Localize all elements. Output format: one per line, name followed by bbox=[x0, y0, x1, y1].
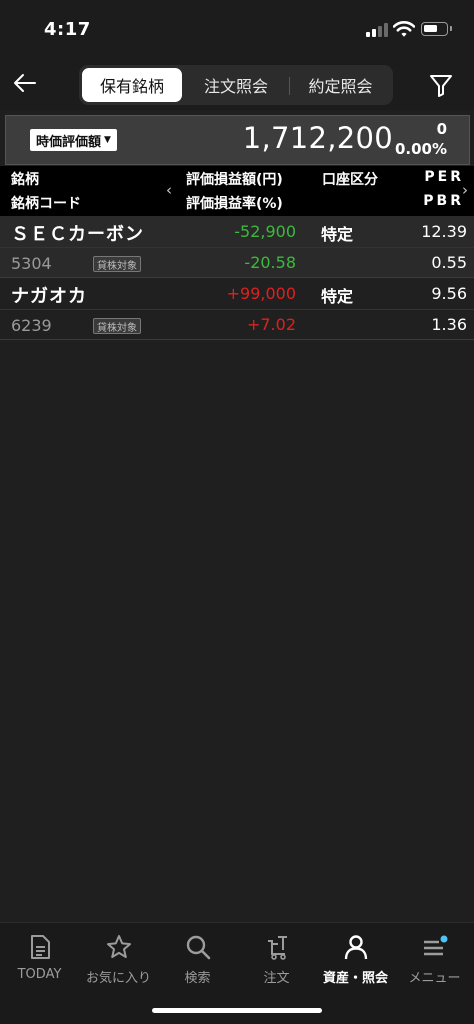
stock-code: 6239 bbox=[11, 316, 52, 335]
home-indicator bbox=[152, 1008, 322, 1013]
header-per: PER bbox=[424, 169, 464, 185]
valuation-type-dropdown[interactable]: 時価評価額 ▼ bbox=[30, 129, 117, 151]
tab-favorites[interactable]: お気に入り bbox=[79, 931, 158, 987]
table-header: 銘柄 銘柄コード ‹ 評価損益額(円) 評価損益率(%) 口座区分 PER PB… bbox=[0, 166, 474, 216]
pl-rate: +7.02 bbox=[246, 315, 296, 334]
header-pbr: PBR bbox=[423, 193, 464, 209]
table-row[interactable]: ナガオカ 6239 貸株対象 +99,000 +7.02 特定 9.56 1.3… bbox=[0, 278, 474, 340]
dropdown-caret-icon: ▼ bbox=[104, 135, 111, 145]
header-pl-amount: 評価損益額(円) bbox=[186, 172, 283, 188]
tab-order[interactable]: 注文 bbox=[237, 931, 316, 987]
valuation-type-label: 時価評価額 bbox=[36, 134, 102, 150]
tab-assets[interactable]: 資産・照会 bbox=[316, 931, 395, 987]
header-pl-rate: 評価損益率(%) bbox=[186, 196, 283, 212]
tab-holdings[interactable]: 保有銘柄 bbox=[82, 68, 182, 102]
total-change: 0 bbox=[436, 120, 447, 138]
cellular-signal-icon bbox=[366, 23, 388, 37]
tab-label: メニュー bbox=[408, 971, 461, 986]
tab-label: お気に入り bbox=[85, 971, 151, 986]
pl-amount: -52,900 bbox=[234, 222, 296, 241]
filter-icon bbox=[430, 75, 452, 97]
arrow-left-icon bbox=[14, 74, 36, 92]
header-account: 口座区分 bbox=[322, 172, 378, 188]
tab-label: 注文 bbox=[263, 971, 290, 986]
status-time: 4:17 bbox=[44, 19, 91, 40]
pl-amount: +99,000 bbox=[226, 284, 296, 303]
tab-divider bbox=[289, 77, 290, 95]
tab-execution-inquiry[interactable]: 約定照会 bbox=[291, 68, 390, 102]
cart-icon bbox=[267, 936, 287, 960]
filter-button[interactable] bbox=[426, 70, 456, 100]
table-row[interactable]: ＳＥＣカーボン 5304 貸株対象 -52,900 -20.58 特定 12.3… bbox=[0, 216, 474, 278]
menu-icon bbox=[423, 935, 447, 956]
header-code: 銘柄コード bbox=[11, 196, 81, 212]
lending-eligible-badge: 貸株対象 bbox=[93, 318, 141, 334]
total-market-value: 1,712,200 bbox=[242, 121, 393, 155]
pbr-value: 0.55 bbox=[431, 253, 467, 272]
tab-today[interactable]: TODAY bbox=[0, 931, 79, 987]
tab-search[interactable]: 検索 bbox=[158, 931, 237, 987]
battery-icon bbox=[421, 22, 452, 36]
scroll-left-icon[interactable]: ‹ bbox=[166, 181, 172, 199]
total-change-percent: 0.00% bbox=[394, 140, 447, 158]
person-icon bbox=[344, 935, 367, 960]
document-icon bbox=[30, 935, 50, 959]
scroll-right-icon[interactable]: › bbox=[462, 181, 468, 199]
tab-label: TODAY bbox=[17, 967, 62, 982]
status-bar: 4:17 bbox=[0, 0, 474, 60]
account-type: 特定 bbox=[321, 225, 354, 244]
stock-name: ナガオカ bbox=[11, 286, 87, 307]
per-value: 9.56 bbox=[431, 284, 467, 303]
segmented-control: 保有銘柄 注文照会 約定照会 bbox=[79, 65, 393, 105]
lending-eligible-badge: 貸株対象 bbox=[93, 256, 141, 272]
nav-bar: 保有銘柄 注文照会 約定照会 bbox=[0, 60, 474, 110]
tab-order-inquiry[interactable]: 注文照会 bbox=[185, 68, 287, 102]
star-icon bbox=[106, 935, 131, 958]
pbr-value: 1.36 bbox=[431, 315, 467, 334]
header-name: 銘柄 bbox=[11, 172, 39, 188]
stock-name: ＳＥＣカーボン bbox=[11, 224, 144, 245]
account-type: 特定 bbox=[321, 287, 354, 306]
portfolio-summary: 時価評価額 ▼ 1,712,200 0 0.00% bbox=[5, 115, 470, 165]
tab-menu[interactable]: メニュー bbox=[395, 931, 474, 987]
wifi-icon bbox=[393, 21, 415, 37]
stock-code: 5304 bbox=[11, 254, 52, 273]
back-button[interactable] bbox=[10, 68, 40, 98]
per-value: 12.39 bbox=[421, 222, 467, 241]
tab-label: 検索 bbox=[184, 971, 211, 986]
search-icon bbox=[186, 935, 210, 960]
pl-rate: -20.58 bbox=[244, 253, 296, 272]
tab-label: 資産・照会 bbox=[322, 971, 388, 986]
